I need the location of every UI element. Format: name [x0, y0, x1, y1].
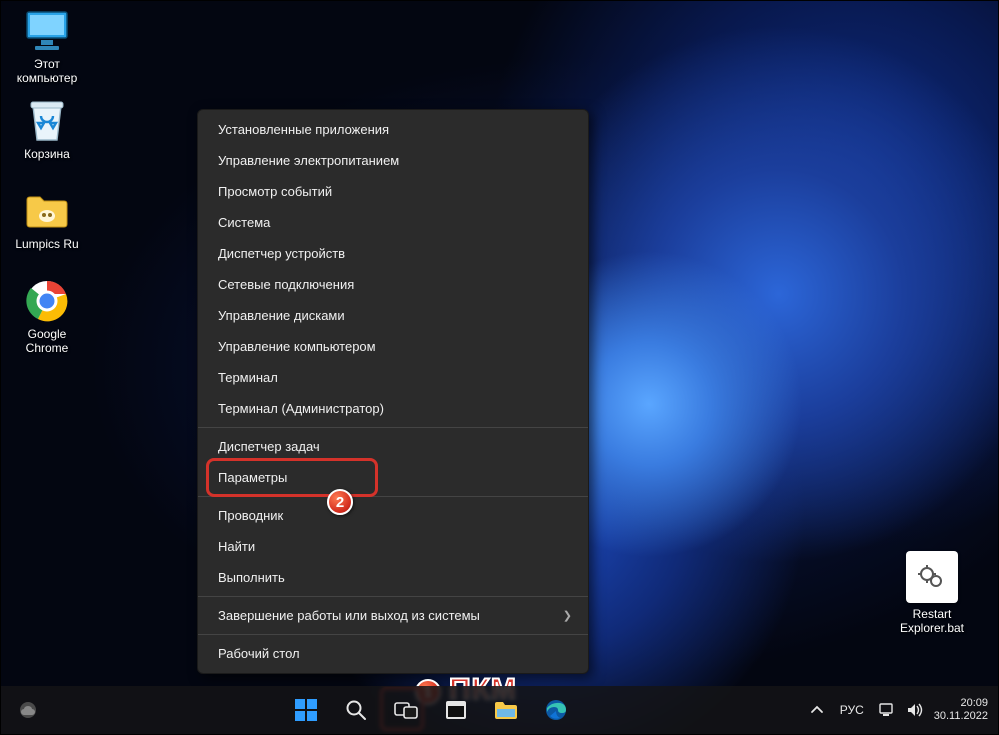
taskbar: РУС 20:09 30.11.2022: [1, 686, 998, 734]
taskview-button[interactable]: [386, 690, 426, 730]
ctx-separator: [198, 596, 588, 597]
ctx-task-manager[interactable]: Диспетчер задач: [198, 431, 588, 462]
annotation-badge-2: 2: [327, 489, 353, 515]
taskview-icon: [394, 699, 418, 721]
ctx-separator: [198, 427, 588, 428]
ctx-terminal-admin[interactable]: Терминал (Администратор): [198, 393, 588, 424]
desktop-screen: Этоткомпьютер Корзина Lumpics Ru GoogleC…: [1, 1, 998, 734]
edge-button[interactable]: [536, 690, 576, 730]
edge-icon: [544, 698, 568, 722]
ctx-installed-apps[interactable]: Установленные приложения: [198, 114, 588, 145]
ctx-device-manager[interactable]: Диспетчер устройств: [198, 238, 588, 269]
desktop-icons-column: Этоткомпьютер Корзина Lumpics Ru GoogleC…: [7, 7, 99, 367]
tray-chevron-up[interactable]: [808, 701, 826, 719]
ctx-separator: [198, 496, 588, 497]
ctx-network-connections[interactable]: Сетевые подключения: [198, 269, 588, 300]
desktop-icon-label: RestartExplorer.bat: [900, 607, 964, 635]
taskbar-left: [1, 690, 55, 730]
ctx-separator: [198, 634, 588, 635]
chrome-icon: [23, 277, 71, 325]
clock[interactable]: 20:09 30.11.2022: [934, 697, 988, 723]
ctx-explorer[interactable]: Проводник: [198, 500, 588, 531]
weather-widget-button[interactable]: [8, 690, 48, 730]
desktop-icon-label: Этоткомпьютер: [17, 57, 78, 85]
desktop-icon-label: GoogleChrome: [26, 327, 69, 355]
desktop-icon-recycle-bin[interactable]: Корзина: [7, 97, 87, 177]
ctx-terminal[interactable]: Терминал: [198, 362, 588, 393]
app-window-icon: [444, 699, 468, 721]
folder-icon: [23, 187, 71, 235]
desktop-icon-restart-explorer[interactable]: RestartExplorer.bat: [890, 551, 974, 641]
desktop-icon-google-chrome[interactable]: GoogleChrome: [7, 277, 87, 357]
explorer-button[interactable]: [486, 690, 526, 730]
start-context-menu: Установленные приложения Управление элек…: [197, 109, 589, 674]
volume-icon[interactable]: [906, 701, 924, 719]
ctx-computer-management[interactable]: Управление компьютером: [198, 331, 588, 362]
clock-date: 30.11.2022: [934, 710, 988, 723]
search-icon: [345, 699, 367, 721]
ctx-desktop[interactable]: Рабочий стол: [198, 638, 588, 669]
ctx-run[interactable]: Выполнить: [198, 562, 588, 593]
start-button[interactable]: [286, 690, 326, 730]
desktop-icon-lumpics-folder[interactable]: Lumpics Ru: [7, 187, 87, 267]
desktop-icon-label: Lumpics Ru: [15, 237, 78, 251]
network-icon[interactable]: [878, 701, 896, 719]
desktop-icon-this-pc[interactable]: Этоткомпьютер: [7, 7, 87, 87]
pinned-app-dark[interactable]: [436, 690, 476, 730]
batch-file-icon: [906, 551, 958, 603]
ctx-system[interactable]: Система: [198, 207, 588, 238]
recycle-bin-icon: [23, 97, 71, 145]
ctx-event-viewer[interactable]: Просмотр событий: [198, 176, 588, 207]
monitor-icon: [23, 7, 71, 55]
ctx-shutdown-signout[interactable]: Завершение работы или выход из системы❯: [198, 600, 588, 631]
language-indicator[interactable]: РУС: [836, 701, 868, 719]
ctx-settings[interactable]: Параметры: [198, 462, 588, 493]
chevron-right-icon: ❯: [563, 609, 572, 622]
ctx-disk-management[interactable]: Управление дисками: [198, 300, 588, 331]
windows-start-icon: [293, 697, 319, 723]
file-explorer-icon: [493, 699, 519, 721]
clock-time: 20:09: [934, 697, 988, 710]
chevron-up-icon: [810, 703, 824, 717]
desktop-icon-label: Корзина: [24, 147, 70, 161]
ctx-power-options[interactable]: Управление электропитанием: [198, 145, 588, 176]
taskbar-center: [55, 690, 808, 730]
ctx-search[interactable]: Найти: [198, 531, 588, 562]
search-button[interactable]: [336, 690, 376, 730]
taskbar-right: РУС 20:09 30.11.2022: [808, 697, 998, 723]
